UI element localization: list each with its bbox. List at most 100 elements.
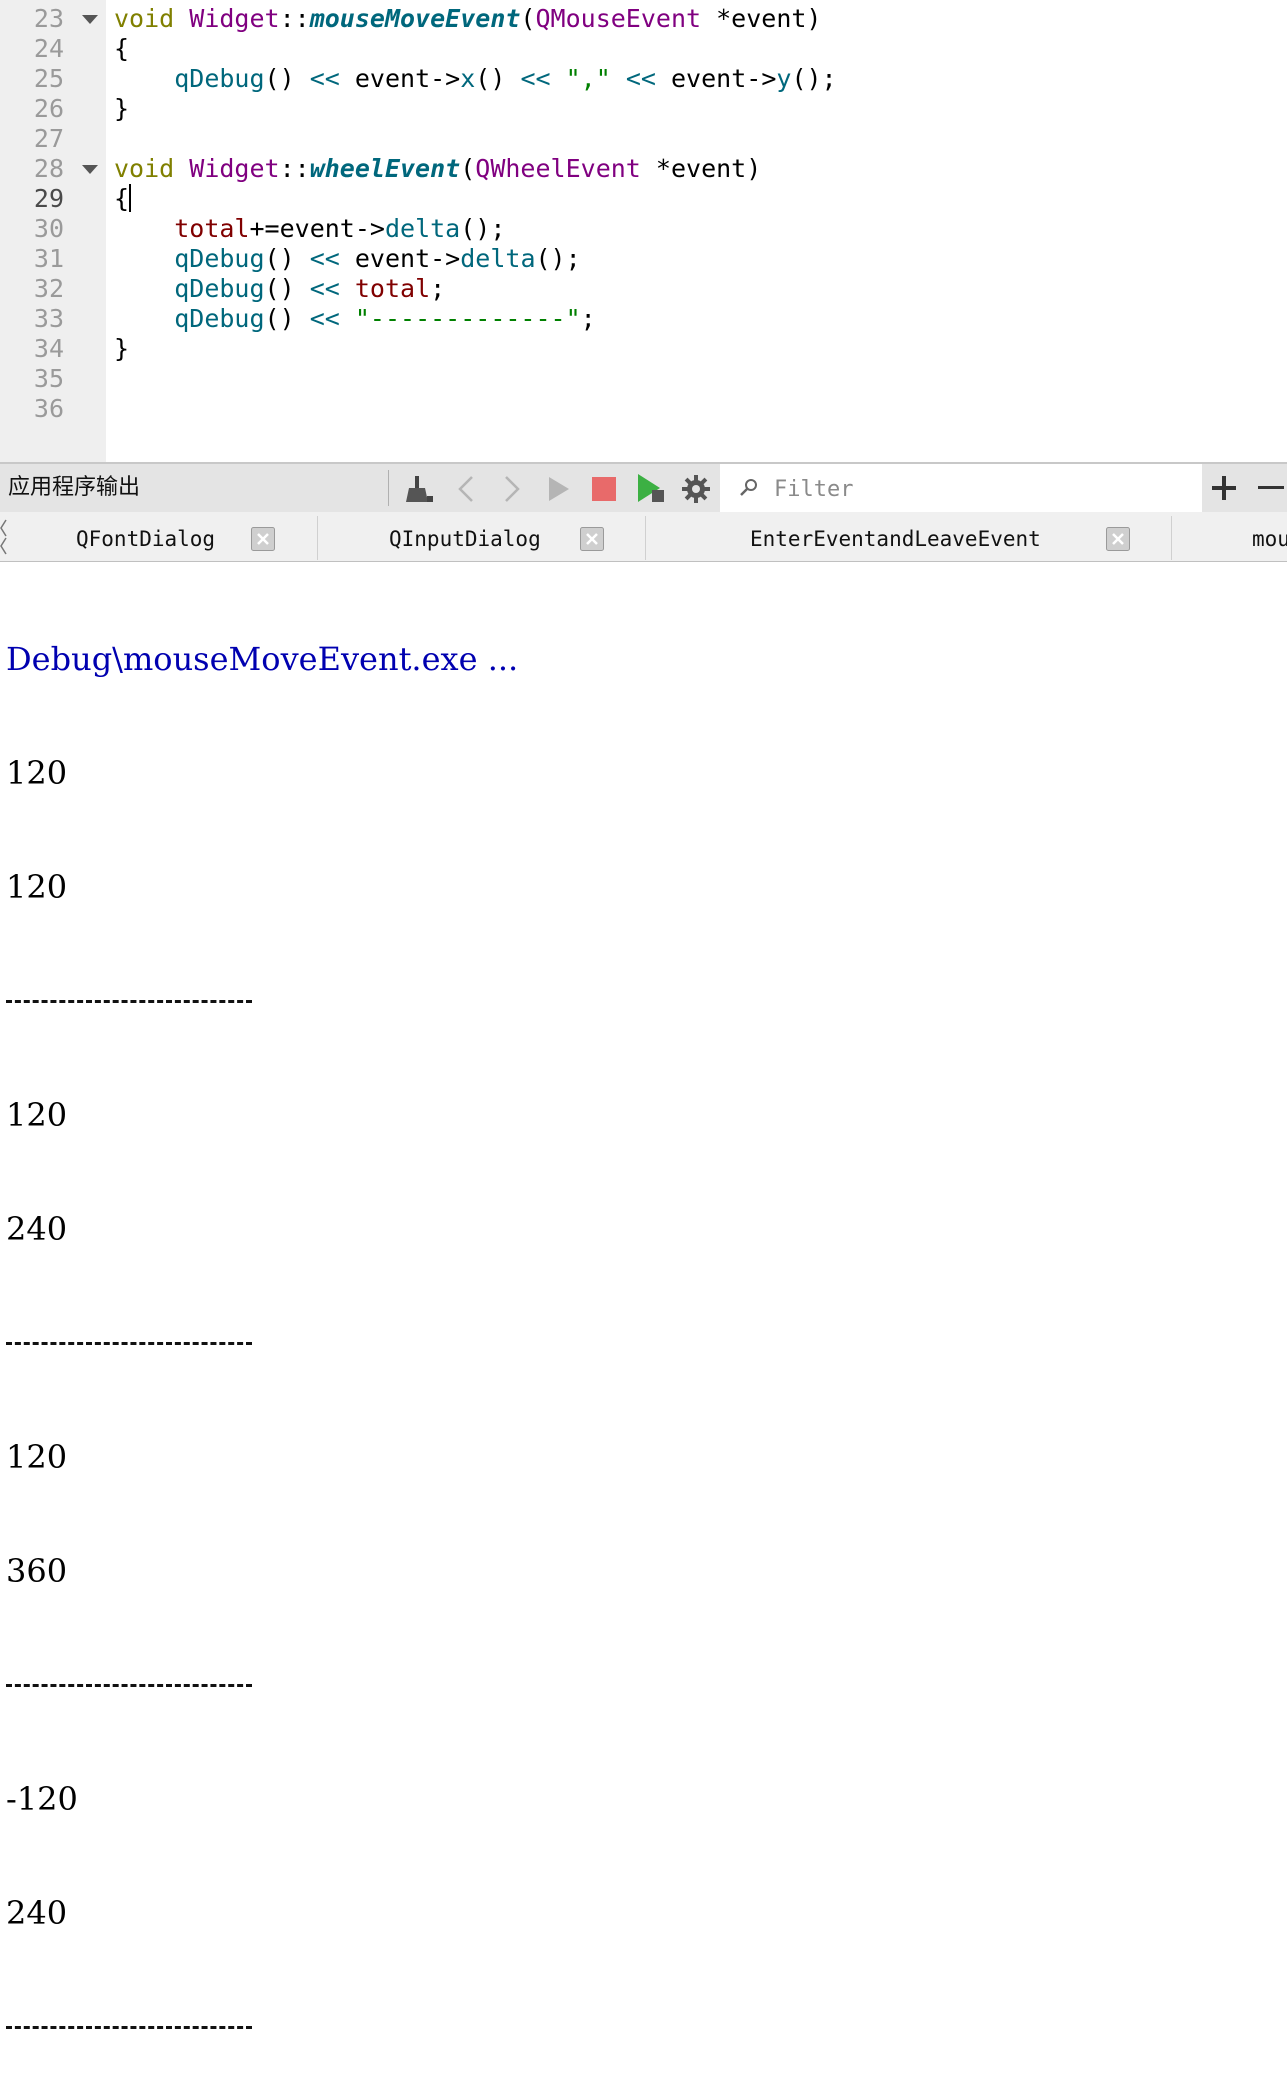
output-line: 240	[6, 1210, 68, 1248]
fold-arrow-icon[interactable]	[82, 15, 98, 24]
run-icon[interactable]	[541, 472, 575, 506]
code-editor[interactable]: 23 void Widget::mouseMoveEvent(QMouseEve…	[0, 0, 1287, 462]
separator-text: -------------	[6, 2026, 252, 2029]
output-line: 240	[6, 1894, 68, 1932]
output-line: 120	[6, 1096, 68, 1134]
qdebug-call: qDebug	[174, 64, 265, 93]
event-var: event	[354, 64, 431, 93]
event-var: event	[354, 244, 431, 273]
tab-label: EnterEventandLeaveEvent	[750, 527, 1041, 551]
code-line-34[interactable]: 34 }	[0, 334, 1287, 364]
class-name: Widget	[189, 154, 280, 183]
code-line-25[interactable]: 25 qDebug() << event->x() << "," << even…	[0, 64, 1287, 94]
statement-end: ;	[430, 274, 446, 303]
remove-pane-button[interactable]	[1250, 470, 1287, 506]
close-icon[interactable]	[1106, 527, 1130, 551]
code-line-29[interactable]: 29 {	[0, 184, 1287, 214]
stop-icon[interactable]	[587, 472, 621, 506]
close-icon[interactable]	[580, 527, 604, 551]
string-literal: ","	[565, 64, 611, 93]
line-number: 33	[33, 304, 64, 333]
call-end: ();	[791, 64, 837, 93]
output-header: Debug\mouseMoveEvent.exe ...	[6, 640, 519, 678]
line-number: 34	[33, 334, 64, 363]
tab-entereventandleaveevent[interactable]: EnterEventandLeaveEvent	[646, 516, 1172, 560]
text-caret	[129, 184, 132, 212]
output-separator: -------------	[6, 1324, 1287, 1362]
line-number: 36	[33, 394, 64, 423]
method-x: x	[460, 64, 476, 93]
qdebug-call: qDebug	[174, 244, 265, 273]
brace: {	[114, 184, 130, 213]
toolbar-separator	[388, 470, 389, 506]
separator-text: -------------	[6, 1000, 252, 1003]
event-var: event	[279, 214, 355, 243]
paren: ()	[264, 304, 295, 333]
event-var: event	[671, 64, 747, 93]
tab-mousemoveevent[interactable]: mou	[1172, 516, 1287, 560]
tab-scroll-left-icon[interactable]	[0, 512, 8, 561]
line-number: 32	[33, 274, 64, 303]
code-line-36[interactable]: 36	[0, 394, 1287, 424]
output-line: 120	[6, 1438, 68, 1476]
code-line-23[interactable]: 23 void Widget::mouseMoveEvent(QMouseEve…	[0, 4, 1287, 34]
add-pane-button[interactable]	[1204, 470, 1244, 506]
output-line: 120	[6, 754, 68, 792]
close-icon[interactable]	[251, 527, 275, 551]
paren: (	[520, 4, 536, 33]
output-separator: -------------	[6, 1666, 1287, 1704]
arrow: ->	[430, 64, 461, 93]
method-y: y	[776, 64, 792, 93]
separator-text: -------------	[6, 1342, 252, 1345]
tab-qinputdialog[interactable]: QInputDialog	[318, 516, 646, 560]
line-number: 35	[33, 364, 64, 393]
qdebug-call: qDebug	[174, 304, 265, 333]
code-line-26[interactable]: 26 }	[0, 94, 1287, 124]
code-line-35[interactable]: 35	[0, 364, 1287, 394]
filter-box[interactable]	[720, 464, 1202, 512]
tab-qfontdialog[interactable]: QFontDialog	[8, 516, 318, 560]
output-line: -120	[6, 1780, 78, 1818]
method-delta: delta	[460, 244, 536, 273]
stream-operator: <<	[505, 64, 566, 93]
param-type: QMouseEvent	[535, 4, 702, 33]
line-number-current: 29	[33, 184, 64, 213]
line-number: 23	[33, 4, 64, 33]
output-separator: -------------	[6, 2008, 1287, 2046]
code-line-28[interactable]: 28 void Widget::wheelEvent(QWheelEvent *…	[0, 154, 1287, 184]
chevron-left-icon[interactable]	[450, 472, 484, 506]
clean-broom-icon[interactable]	[402, 472, 436, 506]
fold-arrow-icon[interactable]	[82, 165, 98, 174]
paren: ()	[264, 274, 295, 303]
application-output[interactable]: Debug\mouseMoveEvent.exe ... 120 120 ---…	[6, 564, 1287, 2084]
filter-input[interactable]	[772, 472, 1196, 506]
pane-title: 应用程序输出	[8, 475, 141, 500]
code-line-24[interactable]: 24 {	[0, 34, 1287, 64]
code-line-30[interactable]: 30 total+=event->delta();	[0, 214, 1287, 244]
param-rest: *event)	[640, 154, 762, 183]
tab-label: mou	[1252, 527, 1287, 551]
method-delta: delta	[384, 214, 461, 243]
brace: {	[114, 34, 130, 63]
keyword: void	[114, 154, 175, 183]
gear-icon[interactable]	[679, 472, 713, 506]
debug-run-icon[interactable]	[634, 472, 668, 506]
variable-total: total	[174, 214, 250, 243]
output-line: 360	[6, 1552, 68, 1590]
line-number: 26	[33, 94, 64, 123]
class-name: Widget	[189, 4, 280, 33]
chevron-right-icon[interactable]	[494, 472, 528, 506]
code-line-33[interactable]: 33 qDebug() << "-------------";	[0, 304, 1287, 334]
code-line-31[interactable]: 31 qDebug() << event->delta();	[0, 244, 1287, 274]
code-line-32[interactable]: 32 qDebug() << total;	[0, 274, 1287, 304]
arrow: ->	[354, 214, 385, 243]
line-number: 28	[33, 154, 64, 183]
code-line-27[interactable]: 27	[0, 124, 1287, 154]
function-name: mouseMoveEvent	[309, 4, 521, 33]
stream-operator: <<	[294, 274, 355, 303]
separator-text: -------------	[6, 1684, 252, 1687]
keyword: void	[114, 4, 175, 33]
line-number: 24	[33, 34, 64, 63]
stream-operator: <<	[294, 304, 355, 333]
stream-operator: <<	[294, 64, 355, 93]
